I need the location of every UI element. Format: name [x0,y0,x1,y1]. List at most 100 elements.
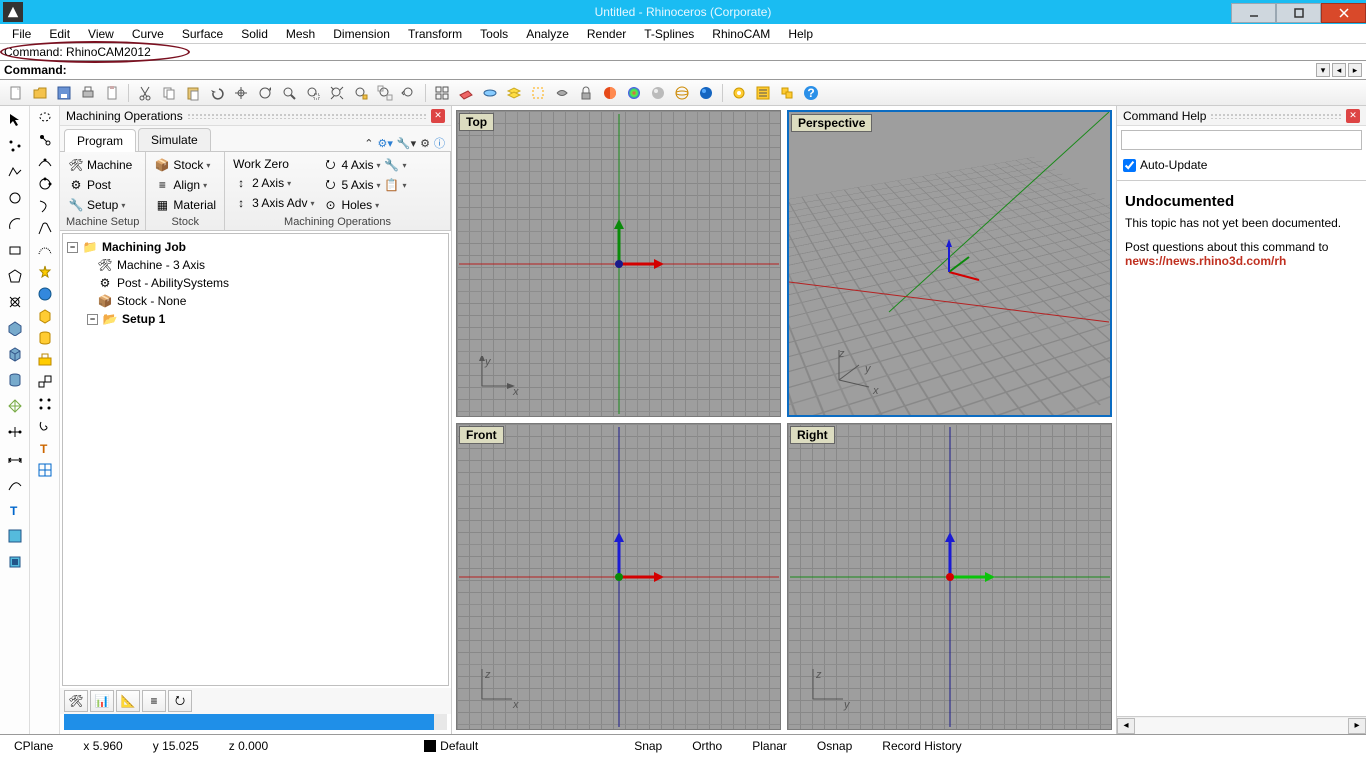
arc-icon[interactable] [4,214,26,234]
arrow-icon[interactable] [4,110,26,130]
menu-tsplines[interactable]: T-Splines [636,25,702,43]
btab-4[interactable]: ≡ [142,690,166,712]
hide-icon[interactable] [552,83,572,103]
expand-icon[interactable]: ⌃ [364,137,373,150]
curve-tools-icon[interactable] [4,474,26,494]
tab-simulate[interactable]: Simulate [138,128,211,151]
menu-rhinocam[interactable]: RhinoCAM [704,25,778,43]
scroll-right-icon[interactable]: ▸ [1348,718,1366,734]
viewport-right[interactable]: Right z y [787,423,1112,730]
collapse-icon[interactable]: − [67,242,78,253]
object-props-icon[interactable] [777,83,797,103]
zoom-extents-icon[interactable] [327,83,347,103]
help-search-input[interactable] [1121,130,1362,150]
help-icon[interactable]: ? [801,83,821,103]
close-button[interactable] [1321,3,1366,23]
surface-icon[interactable] [4,318,26,338]
holes-button[interactable]: ⊙Holes▾ [320,196,408,214]
setup-button[interactable]: 🔧Setup▾ [66,196,134,214]
sphere-gray-icon[interactable] [648,83,668,103]
command-input[interactable] [71,64,1312,76]
collapse-icon-2[interactable]: − [87,314,98,325]
sphere-blue-icon[interactable] [696,83,716,103]
rotate-view-icon[interactable] [255,83,275,103]
new-icon[interactable] [6,83,26,103]
gear-dropdown-icon[interactable]: ⚙▾ [378,137,393,150]
points-icon[interactable] [4,136,26,156]
menu-render[interactable]: Render [579,25,634,43]
tree-item-setup[interactable]: −📂Setup 1 [67,310,444,328]
menu-tools[interactable]: Tools [472,25,516,43]
menu-solid[interactable]: Solid [233,25,276,43]
minimize-button[interactable] [1231,3,1276,23]
polygon-icon[interactable] [4,266,26,286]
toggle-record-history[interactable]: Record History [874,739,969,753]
cmd-dropdown-icon[interactable]: ▾ [1316,63,1330,77]
menu-view[interactable]: View [80,25,122,43]
info-icon[interactable]: ⓘ [434,135,445,151]
close-panel-icon[interactable]: ✕ [431,109,445,123]
zoom-window-icon[interactable] [303,83,323,103]
sphere-icon[interactable] [37,286,53,302]
viewport-perspective[interactable]: Perspective z y x [787,110,1112,417]
viewport-top[interactable]: Top y x [456,110,781,417]
array-icon[interactable] [37,396,53,412]
tree-item-post[interactable]: ⚙Post - AbilitySystems [67,274,444,292]
solid-icon[interactable] [4,344,26,364]
rect-icon[interactable] [4,240,26,260]
paste-icon[interactable] [183,83,203,103]
sphere-wire-icon[interactable] [672,83,692,103]
dimensions-icon[interactable] [4,448,26,468]
mesh-icon[interactable] [4,396,26,416]
tree-item-stock[interactable]: 📦Stock - None [67,292,444,310]
tree-root[interactable]: −📁Machining Job [67,238,444,256]
box-icon[interactable] [37,308,53,324]
tab-program[interactable]: Program [64,129,136,152]
edit-pt-icon[interactable] [37,242,53,258]
viewport-layout-icon[interactable] [432,83,452,103]
lasso-icon[interactable] [37,110,53,126]
text-icon[interactable]: T [4,500,26,520]
machining-panel-title-bar[interactable]: Machining Operations ✕ [60,106,451,126]
menu-dimension[interactable]: Dimension [325,25,398,43]
block-icon[interactable] [4,552,26,572]
save-icon[interactable] [54,83,74,103]
sketch-icon[interactable] [37,220,53,236]
menu-analyze[interactable]: Analyze [518,25,577,43]
help-panel-title-bar[interactable]: Command Help ✕ [1117,106,1366,126]
control-pt-icon[interactable] [37,176,53,192]
cylinder2-icon[interactable] [37,330,53,346]
toggle-osnap[interactable]: Osnap [809,739,860,753]
shade-icon[interactable] [600,83,620,103]
work-zero-button[interactable]: Work Zero [231,156,316,172]
curve2-icon[interactable] [37,198,53,214]
scroll-left-icon[interactable]: ◂ [1117,718,1135,734]
toggle-snap[interactable]: Snap [626,739,670,753]
zoom-selected-icon[interactable] [351,83,371,103]
menu-curve[interactable]: Curve [124,25,172,43]
btab-5[interactable]: ⭮ [168,690,192,712]
text2-icon[interactable]: T [37,440,53,456]
align-button[interactable]: ≡Align▾ [152,176,218,194]
toggle-ortho[interactable]: Ortho [684,739,730,753]
toggle-planar[interactable]: Planar [744,739,795,753]
clipboard-icon[interactable] [102,83,122,103]
render-icon[interactable] [624,83,644,103]
viewport-front[interactable]: Front z x [456,423,781,730]
extract-icon[interactable] [37,352,53,368]
menu-transform[interactable]: Transform [400,25,470,43]
move-icon[interactable] [37,132,53,148]
open-icon[interactable] [30,83,50,103]
btab-2[interactable]: 📊 [90,690,114,712]
lock-icon[interactable] [576,83,596,103]
hatch-icon[interactable] [4,526,26,546]
ellipse-icon[interactable] [4,292,26,312]
undo-icon[interactable] [207,83,227,103]
select-icon[interactable] [528,83,548,103]
scale-icon[interactable] [37,374,53,390]
cylinder-icon[interactable] [4,370,26,390]
menu-help[interactable]: Help [780,25,821,43]
auto-update-checkbox[interactable]: Auto-Update [1117,154,1366,176]
cplane-icon[interactable] [456,83,476,103]
menu-mesh[interactable]: Mesh [278,25,323,43]
